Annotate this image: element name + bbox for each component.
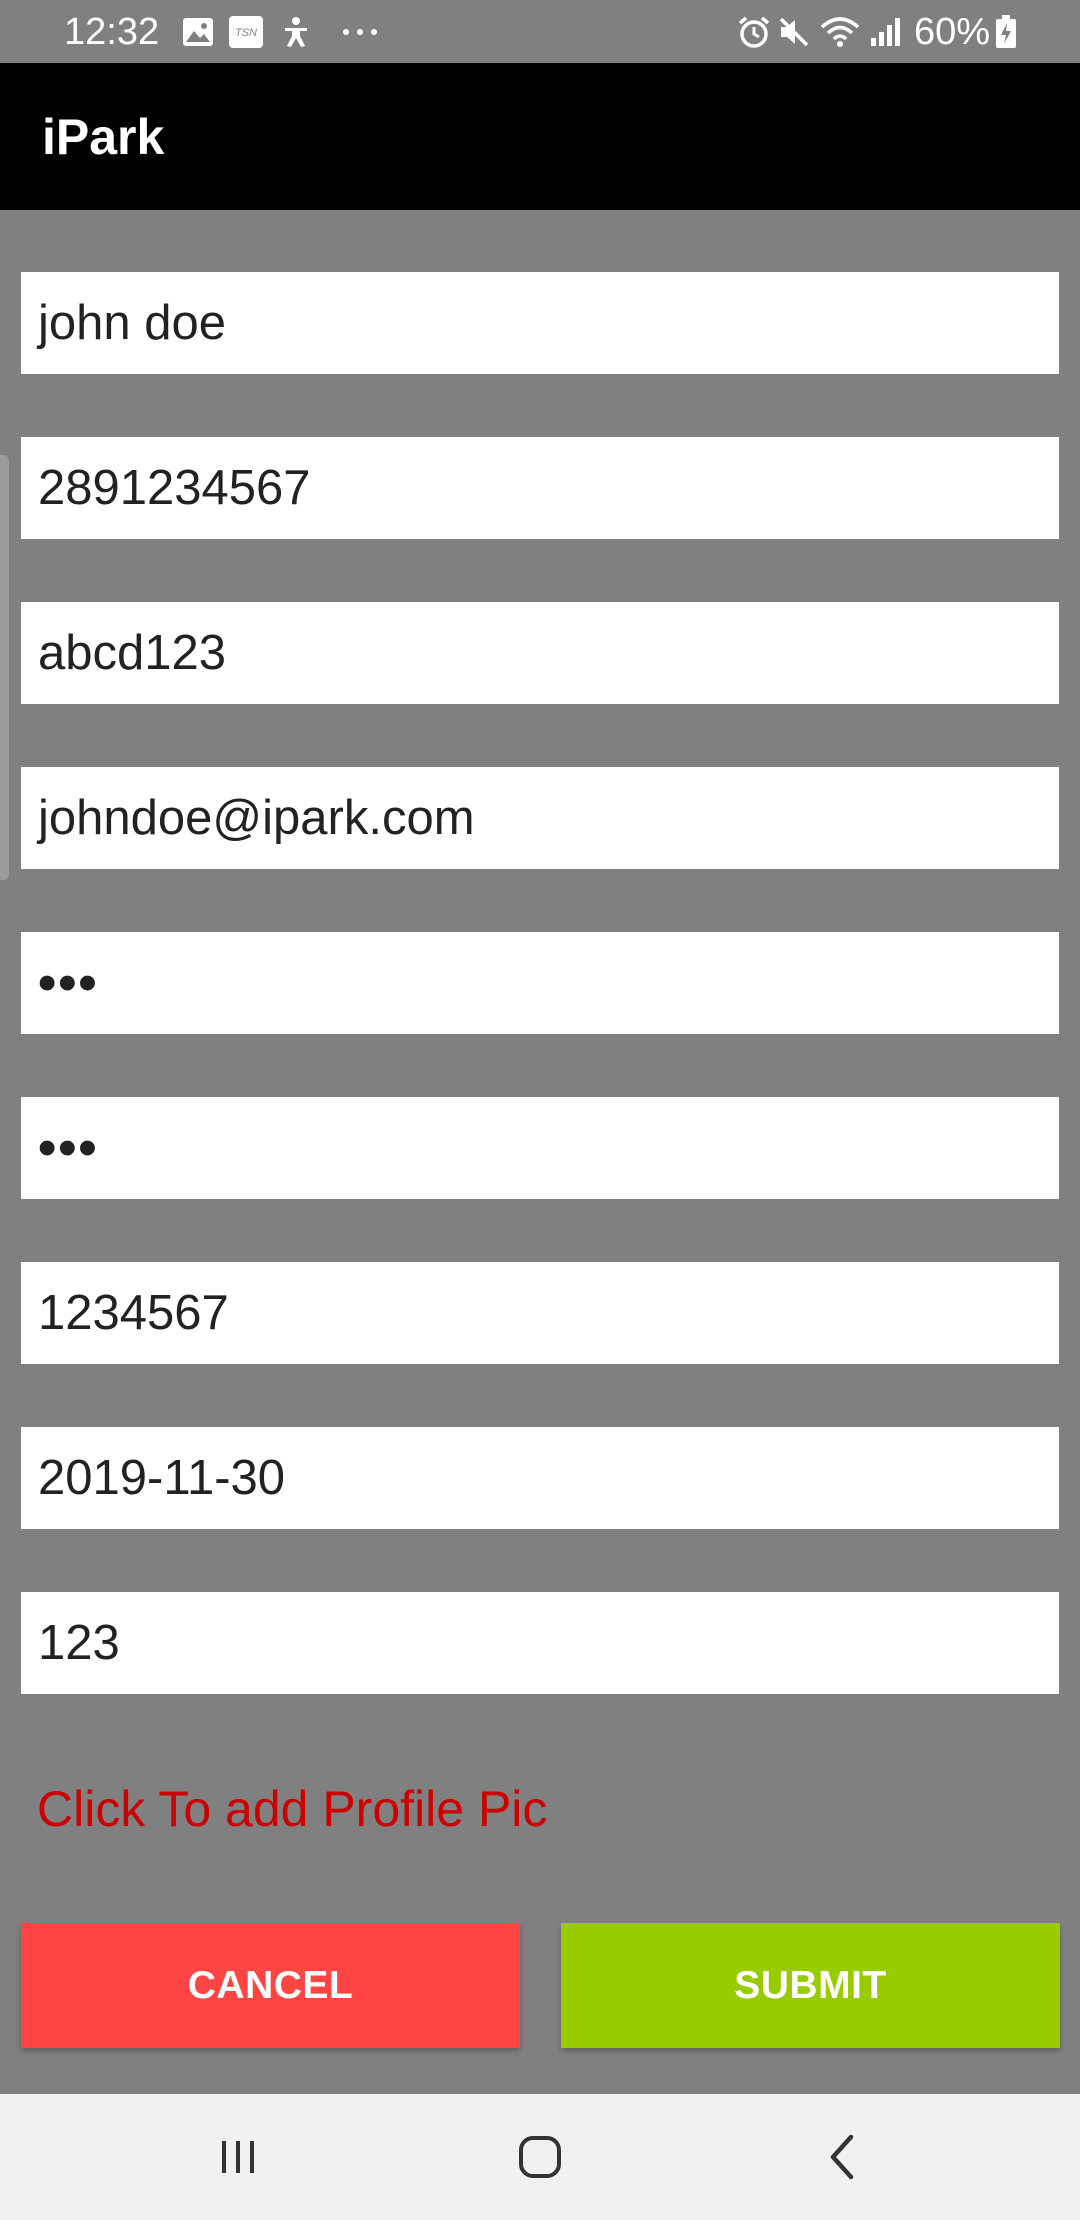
accessibility-icon xyxy=(280,14,312,50)
phone-field[interactable]: 2891234567 xyxy=(21,437,1059,539)
wifi-icon xyxy=(820,14,860,50)
mute-icon xyxy=(776,14,812,50)
username-field[interactable]: abcd123 xyxy=(21,602,1059,704)
email-field[interactable]: johndoe@ipark.com xyxy=(21,767,1059,869)
signal-icon xyxy=(868,14,902,50)
more-notifications-icon xyxy=(340,14,380,50)
alarm-icon xyxy=(736,14,772,50)
app-title: iPark xyxy=(42,109,165,165)
status-time: 12:32 xyxy=(64,11,160,53)
status-bar: 12:32 TSN 60% xyxy=(0,0,1080,63)
tsn-icon: TSN xyxy=(228,14,264,50)
add-profile-pic-link[interactable]: Click To add Profile Pic xyxy=(37,1780,547,1838)
app-bar: iPark xyxy=(0,63,1080,210)
name-field[interactable]: john doe xyxy=(21,272,1059,374)
recent-apps-icon[interactable] xyxy=(203,2124,273,2190)
battery-charging-icon xyxy=(994,14,1018,50)
submit-button[interactable]: SUBMIT xyxy=(561,1923,1060,2048)
confirm-password-field[interactable]: ••• xyxy=(21,1097,1059,1199)
svg-text:TSN: TSN xyxy=(235,27,257,39)
password-field[interactable]: ••• xyxy=(21,932,1059,1034)
cancel-button[interactable]: CANCEL xyxy=(21,1923,520,2048)
license-number-field[interactable]: 1234567 xyxy=(21,1262,1059,1364)
navigation-bar xyxy=(0,2094,1080,2220)
back-icon[interactable] xyxy=(808,2124,878,2190)
home-icon[interactable] xyxy=(505,2124,575,2190)
edge-panel-handle[interactable] xyxy=(0,455,9,880)
battery-percent: 60% xyxy=(914,11,991,53)
code-field[interactable]: 123 xyxy=(21,1592,1059,1694)
date-field[interactable]: 2019-11-30 xyxy=(21,1427,1059,1529)
gallery-icon xyxy=(180,14,216,50)
